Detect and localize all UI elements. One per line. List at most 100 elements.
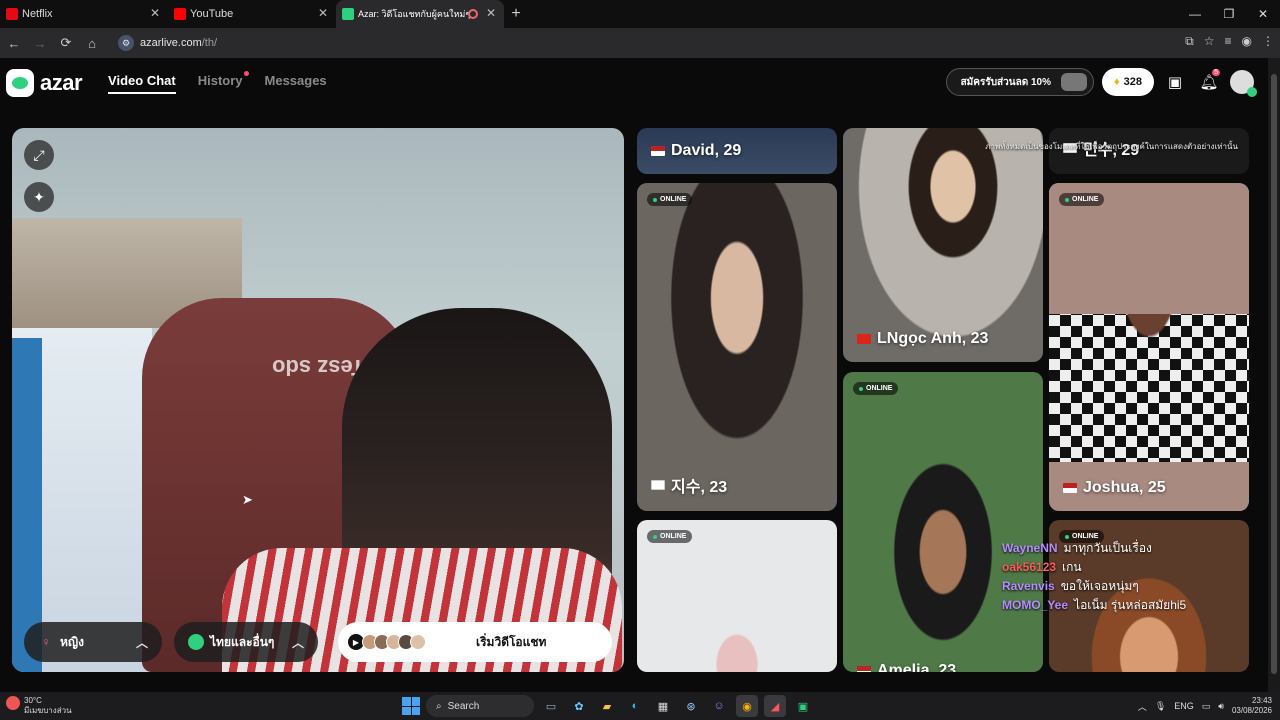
female-icon: ♀ — [41, 635, 51, 649]
notification-badge: 5 — [1212, 69, 1220, 76]
weather-widget[interactable]: 30°C มีเมฆบางส่วน — [6, 696, 72, 716]
restore-icon[interactable]: ❐ — [1212, 0, 1246, 28]
search-label: Search — [447, 700, 480, 712]
close-icon[interactable]: ✕ — [318, 6, 328, 20]
tab-youtube[interactable]: YouTube ✕ — [168, 0, 336, 28]
url-field[interactable]: ⚙ azarlive.com/th/ — [118, 35, 217, 51]
close-icon[interactable]: ✕ — [486, 6, 496, 20]
store-app-icon[interactable]: ▦ — [652, 695, 674, 717]
bookmark-star-icon[interactable]: ☆ — [1204, 34, 1215, 49]
clock[interactable]: 23:43 03/08/2026 — [1232, 696, 1272, 716]
globe-icon — [188, 634, 204, 650]
profile-card-jisoo[interactable]: ONLINE 지수, 23 — [637, 183, 837, 511]
chevron-up-icon[interactable]: ︿ — [1138, 700, 1147, 713]
home-icon[interactable]: ⌂ — [80, 36, 104, 51]
bell-icon[interactable]: 🔔︎ 5 — [1196, 69, 1222, 95]
volume-icon[interactable]: 🔊︎ — [1218, 701, 1224, 712]
capcut-icon[interactable]: ◢ — [764, 695, 786, 717]
nav-history-label: History — [197, 72, 243, 88]
nav-messages[interactable]: Messages — [265, 73, 327, 94]
weather-temp: 30°C — [24, 696, 42, 705]
tab-netflix[interactable]: Netflix ✕ — [0, 0, 168, 28]
store-icon[interactable]: ▣ — [1162, 69, 1188, 95]
media-icon[interactable]: ≡ — [1225, 34, 1232, 49]
profile-card-ngoc-anh[interactable]: LNgọc Anh, 23 — [843, 128, 1043, 362]
language-indicator[interactable]: ENG — [1174, 701, 1194, 711]
windows-start-icon[interactable] — [402, 697, 420, 715]
start-video-chat-button[interactable]: ▶ เริ่มวิดีโอแชท — [338, 622, 612, 662]
discount-promo-button[interactable]: สมัครรับส่วนลด 10% — [945, 68, 1095, 96]
discord-icon[interactable]: ☺ — [708, 695, 730, 717]
us-flag-icon — [1063, 483, 1077, 493]
gem-icon: ♦ — [1114, 76, 1120, 88]
profile-name: Amelia, 23 — [877, 662, 957, 672]
tab-title: Azar: วิดีโอแชทกับผู้คนใหม่ๆ — [358, 9, 471, 19]
window-controls: — ❐ ✕ — [1178, 0, 1280, 28]
menu-icon[interactable]: ⋮ — [1262, 34, 1274, 49]
us-flag-icon — [651, 146, 665, 156]
profile-card-david[interactable]: David, 29 — [637, 128, 837, 174]
taskbar-apps: ⌕ Search ▭ ✿ ▰ ◐ ▦ ⊛ ☺ ◉ ◢ ▣ — [402, 695, 814, 717]
file-explorer-icon[interactable]: ▰ — [596, 695, 618, 717]
task-view-icon[interactable]: ▭ — [540, 695, 562, 717]
scrollbar-thumb[interactable] — [1271, 74, 1277, 674]
android-app-icon[interactable]: ▣ — [792, 695, 814, 717]
chat-message: oak56123 เกน — [1002, 560, 1082, 574]
chat-message: Ravenvis ขอให้เจอหนุ่มๆ — [1002, 579, 1139, 593]
chair-logo-text: Tesz sdo — [272, 355, 365, 380]
nav-video-chat[interactable]: Video Chat — [108, 73, 176, 94]
main-nav: Video Chat History Messages — [108, 70, 327, 94]
profile-icon[interactable]: ◉ — [1242, 34, 1252, 49]
page-scrollbar[interactable] — [1268, 58, 1280, 692]
reload-icon[interactable]: ⟳ — [54, 35, 78, 51]
avatar-stack — [362, 634, 426, 650]
install-app-icon[interactable]: ⧉ — [1185, 34, 1194, 49]
gems-balance-button[interactable]: ♦ 328 — [1102, 68, 1154, 96]
forward-icon[interactable]: → — [28, 36, 52, 51]
online-badge: ONLINE — [647, 530, 693, 543]
url-path: /th/ — [201, 37, 218, 49]
profile-card-amelia[interactable]: ONLINE Amelia, 23 — [843, 372, 1043, 672]
taskbar-search[interactable]: ⌕ Search — [426, 695, 534, 717]
netflix-icon — [6, 8, 18, 20]
new-tab-button[interactable]: + — [504, 5, 528, 23]
expand-icon[interactable]: ⤢ — [24, 140, 54, 170]
gender-filter-label: หญิง — [60, 634, 84, 649]
recording-icon — [468, 9, 478, 19]
tab-azar[interactable]: Azar: วิดีโอแชทกับผู้คนใหม่ๆ ✕ — [336, 0, 504, 28]
live-chat-overlay: WayneNN มาทุกวันเป็นเรื่อง oak56123 เกน Ra… — [1002, 539, 1186, 615]
gift-icon — [1061, 73, 1088, 91]
minimize-icon[interactable]: — — [1178, 0, 1212, 28]
site-info-icon[interactable]: ⚙ — [118, 35, 134, 51]
kr-flag-icon — [651, 480, 665, 490]
region-filter-label: ไทยและอื่นๆ — [210, 634, 275, 649]
online-badge: ONLINE — [853, 382, 899, 395]
region-filter-button[interactable]: ไทยและอื่นๆ ︿ — [174, 622, 318, 662]
steam-icon[interactable]: ⊛ — [680, 695, 702, 717]
avatar[interactable] — [1230, 70, 1257, 97]
chat-message: MOMO_Yee ไอเน็ม รุ่นหล่อสมัยhi5 — [1002, 598, 1187, 612]
microphone-icon[interactable]: 🎙︎ — [1155, 701, 1166, 712]
azar-logo[interactable]: azar — [6, 69, 83, 97]
unread-dot — [243, 70, 249, 76]
copilot-icon[interactable]: ✿ — [568, 695, 590, 717]
profile-card-joshua[interactable]: ONLINE Joshua, 25 — [1049, 183, 1249, 511]
gender-filter-button[interactable]: ♀ หญิง ︿ — [24, 622, 162, 662]
profile-card-snow[interactable]: ONLINE — [637, 520, 837, 672]
close-icon[interactable]: ✕ — [150, 6, 160, 20]
profile-name: 지수, 23 — [671, 479, 728, 496]
network-icon[interactable]: ▭ — [1202, 701, 1211, 712]
online-status-dot — [1247, 87, 1257, 97]
edge-icon[interactable]: ◐ — [624, 695, 646, 717]
browser-tab-bar: Netflix ✕ YouTube ✕ Azar: วิดีโอแชทกับผู… — [0, 0, 1280, 28]
magic-wand-icon[interactable]: ✦ — [24, 182, 54, 212]
close-window-icon[interactable]: ✕ — [1246, 0, 1280, 28]
back-icon[interactable]: ← — [2, 36, 26, 51]
url-host: azarlive.com — [140, 37, 202, 49]
chrome-icon[interactable]: ◉ — [736, 695, 758, 717]
chevron-up-icon: ︿ — [135, 635, 148, 650]
online-badge: ONLINE — [1059, 193, 1105, 206]
azar-page: azar Video Chat History Messages สมัครรั… — [0, 58, 1268, 692]
nav-history[interactable]: History — [197, 70, 249, 94]
promo-label: สมัครรับส่วนลด 10% — [960, 76, 1052, 88]
